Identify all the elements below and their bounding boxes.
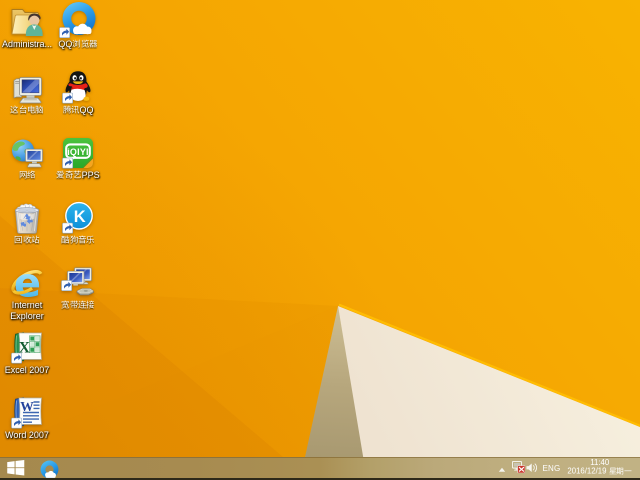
iqiyi-label: PPS	[46, 170, 110, 181]
word-icon: W	[0, 395, 59, 429]
qq-browser-taskbar-glyph	[40, 460, 59, 478]
iqiyi-icon-art: iQIYI	[62, 138, 93, 169]
word-label: Word 2007	[5, 430, 49, 440]
flat-monitor	[24, 148, 43, 168]
kugou-icon: K	[46, 200, 110, 234]
word-letter: W	[20, 399, 34, 414]
desktop-icon-word[interactable]: W Word 2007	[0, 395, 59, 441]
shortcut-arrow-badge	[62, 92, 73, 104]
broadband-icon	[46, 265, 110, 299]
qqbrowser-icon-art	[59, 1, 96, 38]
hidden-icons-arrow-glyph	[499, 467, 506, 472]
qq-icon	[46, 70, 110, 104]
language-indicator[interactable]: ENG	[542, 464, 560, 473]
word-icon-art: W	[10, 397, 42, 429]
bin-body	[14, 207, 40, 234]
kugou-label	[46, 235, 110, 246]
broadband-icon-art	[61, 267, 94, 296]
qq-icon-art	[62, 71, 91, 104]
volume-glyph	[526, 463, 538, 472]
desktop-icon-iqiyi[interactable]: iQIYI PPS	[46, 135, 110, 181]
shortcut-arrow-badge	[61, 280, 72, 291]
broadband-label	[46, 300, 110, 311]
admin-icon-art	[11, 9, 43, 36]
thispc-icon-art	[13, 77, 42, 104]
desktop-icon-excel[interactable]: X Excel 2007	[0, 330, 59, 376]
shortcut-arrow-badge	[59, 27, 70, 38]
desktop-icon-broadband[interactable]	[46, 265, 110, 311]
network-tray-icon[interactable]	[512, 460, 526, 478]
kugou-letter: K	[74, 208, 86, 226]
shortcut-arrow-badge	[62, 157, 73, 169]
kugou-icon-art: K	[62, 201, 93, 234]
shortcut-arrow-badge	[10, 417, 22, 429]
clock-date: 2016/12/19	[567, 467, 632, 476]
qqbrowser-icon	[46, 1, 110, 38]
windows-desktop: { "desktop": { "icons": { "admin": { "la…	[0, 0, 640, 480]
shortcut-arrow-badge	[10, 352, 22, 364]
iqiyi-logo-text: iQIYI	[67, 147, 89, 157]
volume-tray-icon[interactable]	[526, 460, 538, 478]
taskbar-qq-browser-button[interactable]	[40, 460, 59, 480]
qq-label: QQ	[46, 105, 110, 116]
network-status-glyph	[512, 460, 526, 473]
clock[interactable]: 11:40 2016/12/19	[567, 459, 632, 476]
hidden-icons-button[interactable]	[498, 460, 506, 478]
recycle-icon-art	[14, 203, 40, 234]
iqiyi-icon: iQIYI	[46, 135, 110, 169]
qqbrowser-label: QQ	[46, 39, 110, 50]
desktop-icon-qqbrowser[interactable]: QQ	[46, 1, 110, 50]
word-page: W	[18, 397, 42, 425]
clock-time: 11:40	[590, 458, 610, 468]
excel-icon: X	[0, 330, 59, 364]
excel-icon-art: X	[10, 332, 42, 364]
taskbar: ENG 11:40 2016/12/19	[0, 457, 640, 480]
start-button[interactable]	[7, 460, 25, 480]
desktop-icon-kugou[interactable]: K	[46, 200, 110, 246]
windows-logo	[7, 460, 25, 476]
desktop-icon-qq[interactable]: QQ	[46, 70, 110, 116]
crt-monitor	[18, 77, 42, 104]
excel-sheet: X	[18, 332, 42, 360]
ie-icon-art: e	[11, 267, 43, 299]
red-x-badge	[517, 464, 526, 473]
system-tray: ENG 11:40 2016/12/19	[498, 458, 640, 479]
modem	[76, 288, 94, 296]
network-icon-art	[11, 139, 43, 168]
excel-label: Excel 2007	[4, 365, 50, 375]
shortcut-arrow-badge	[62, 222, 73, 234]
